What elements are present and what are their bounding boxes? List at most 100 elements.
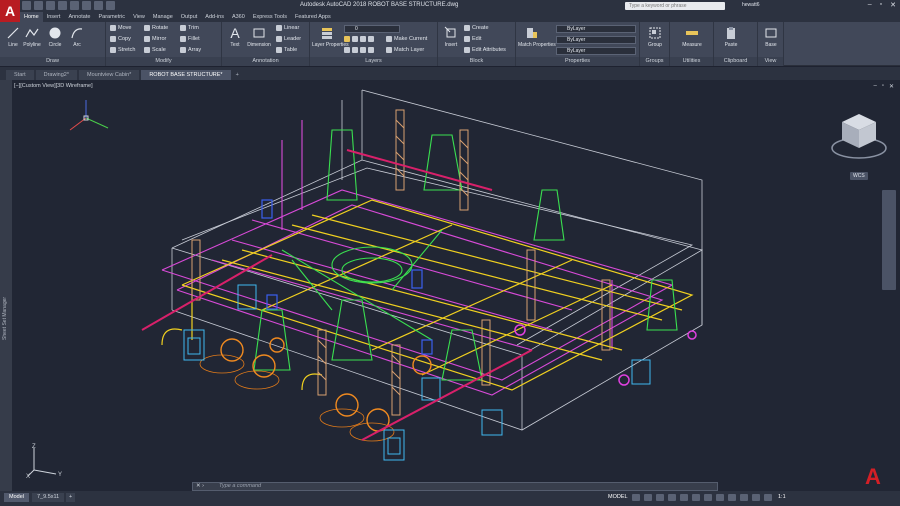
- layer-unisolate-icon[interactable]: [352, 47, 358, 53]
- tab-featured-apps[interactable]: Featured Apps: [291, 12, 335, 22]
- undo-icon[interactable]: [82, 1, 91, 10]
- paste-button[interactable]: Paste: [718, 24, 744, 48]
- file-tab-mountview-cabin[interactable]: Mountview Cabin*: [79, 70, 140, 80]
- minimize-icon[interactable]: –: [868, 1, 872, 9]
- tab-add-ins[interactable]: Add-ins: [201, 12, 228, 22]
- make-current-button[interactable]: Make Current: [386, 36, 427, 42]
- save-icon[interactable]: [46, 1, 55, 10]
- trim-button[interactable]: Trim: [180, 25, 199, 31]
- layout-tab-7-9-5x11[interactable]: 7_9.5x11: [32, 493, 65, 502]
- command-input[interactable]: Type a command: [219, 483, 261, 490]
- copy-button[interactable]: Copy: [110, 36, 131, 42]
- layer-thaw-icon[interactable]: [360, 47, 366, 53]
- command-line[interactable]: ✕ › Type a command: [192, 482, 718, 491]
- draw-panel-title[interactable]: Draw: [0, 57, 105, 66]
- dimension-button[interactable]: Dimension: [246, 24, 272, 48]
- save-as-icon[interactable]: [58, 1, 67, 10]
- tab-a360[interactable]: A360: [228, 12, 249, 22]
- measure-button[interactable]: Measure: [674, 24, 710, 48]
- add-layout-icon[interactable]: +: [66, 493, 76, 502]
- base-button[interactable]: Base: [758, 24, 784, 48]
- clipboard-panel-title[interactable]: Clipboard: [714, 57, 757, 66]
- leader-button[interactable]: Leader: [276, 36, 301, 42]
- move-button[interactable]: Move: [110, 25, 131, 31]
- tab-view[interactable]: View: [129, 12, 149, 22]
- annotation-visibility-icon[interactable]: [764, 494, 772, 501]
- 3d-osnap-icon[interactable]: [752, 494, 760, 501]
- viewport-controls-label[interactable]: [−][Custom View][3D Wireframe]: [14, 83, 93, 89]
- new-tab-icon[interactable]: +: [232, 70, 242, 80]
- properties-panel-title[interactable]: Properties: [516, 57, 639, 66]
- new-icon[interactable]: [22, 1, 31, 10]
- file-tab-drawing2[interactable]: Drawing2*: [35, 70, 77, 80]
- layer-freeze-icon[interactable]: [360, 36, 366, 42]
- sheet-set-manager-palette[interactable]: Sheet Set Manager: [0, 80, 12, 491]
- isodraft-icon[interactable]: [680, 494, 688, 501]
- insert-button[interactable]: Insert: [438, 24, 464, 48]
- array-button[interactable]: Array: [180, 47, 201, 53]
- mirror-button[interactable]: Mirror: [144, 36, 166, 42]
- transparency-icon[interactable]: [728, 494, 736, 501]
- tab-express-tools[interactable]: Express Tools: [249, 12, 291, 22]
- group-button[interactable]: Group: [642, 24, 668, 48]
- layer-isolate-icon[interactable]: [352, 36, 358, 42]
- tab-insert[interactable]: Insert: [43, 12, 65, 22]
- edit-block-button[interactable]: Edit: [464, 36, 481, 42]
- arc-button[interactable]: Arc: [64, 24, 90, 48]
- layout-tab-model[interactable]: Model: [4, 493, 29, 502]
- layer-properties-button[interactable]: Layer Properties: [312, 24, 349, 48]
- view-panel-title[interactable]: View: [758, 57, 783, 66]
- tab-output[interactable]: Output: [177, 12, 202, 22]
- layer-off-icon[interactable]: [368, 36, 374, 42]
- object-snap-tracking-icon[interactable]: [692, 494, 700, 501]
- tab-parametric[interactable]: Parametric: [94, 12, 129, 22]
- search-input[interactable]: Type a keyword or phrase: [625, 2, 725, 10]
- annotation-scale[interactable]: 1:1: [778, 494, 786, 500]
- user-account[interactable]: hewatt6: [742, 2, 760, 8]
- ortho-icon[interactable]: [656, 494, 664, 501]
- rotate-button[interactable]: Rotate: [144, 25, 168, 31]
- lineweight-dropdown[interactable]: ByLayer: [556, 47, 636, 55]
- drawing-viewport[interactable]: [−][Custom View][3D Wireframe] – ▫ ✕ WCS…: [12, 80, 900, 491]
- snap-icon[interactable]: [644, 494, 652, 501]
- object-snap-icon[interactable]: [704, 494, 712, 501]
- table-button[interactable]: Table: [276, 47, 297, 53]
- grid-icon[interactable]: [632, 494, 640, 501]
- edit-attributes-button[interactable]: Edit Attributes: [464, 47, 506, 53]
- text-button[interactable]: A Text: [222, 24, 248, 48]
- layer-dropdown[interactable]: 0: [344, 25, 400, 33]
- linear-button[interactable]: Linear: [276, 25, 299, 31]
- polar-icon[interactable]: [668, 494, 676, 501]
- viewcube[interactable]: [830, 108, 888, 168]
- viewport-close-icon[interactable]: ✕: [889, 83, 894, 90]
- wcs-menu[interactable]: WCS: [850, 172, 868, 180]
- file-tab-robot-base-structure[interactable]: ROBOT BASE STRUCTURE*: [141, 70, 231, 80]
- fillet-button[interactable]: Fillet: [180, 36, 200, 42]
- viewport-restore-icon[interactable]: ▫: [882, 83, 884, 90]
- color-dropdown[interactable]: ByLayer: [556, 25, 636, 33]
- stretch-button[interactable]: Stretch: [110, 47, 135, 53]
- lineweight-icon[interactable]: [716, 494, 724, 501]
- tab-manage[interactable]: Manage: [149, 12, 177, 22]
- redo-icon[interactable]: [94, 1, 103, 10]
- layer-state-icon[interactable]: [344, 36, 350, 42]
- plot-icon[interactable]: [70, 1, 79, 10]
- groups-panel-title[interactable]: Groups: [640, 57, 669, 66]
- layers-panel-title[interactable]: Layers: [310, 57, 437, 66]
- navigation-bar[interactable]: [882, 190, 896, 290]
- layer-walk-icon[interactable]: [344, 47, 350, 53]
- match-properties-button[interactable]: Match Properties: [518, 24, 556, 48]
- create-block-button[interactable]: Create: [464, 25, 489, 31]
- modify-panel-title[interactable]: Modify: [106, 57, 221, 66]
- utilities-panel-title[interactable]: Utilities: [670, 57, 713, 66]
- share-icon[interactable]: [106, 1, 115, 10]
- application-menu-button[interactable]: A: [0, 0, 20, 22]
- block-panel-title[interactable]: Block: [438, 57, 515, 66]
- viewport-minimize-icon[interactable]: –: [873, 83, 876, 90]
- linetype-dropdown[interactable]: ByLayer: [556, 36, 636, 44]
- file-tab-start[interactable]: Start: [6, 70, 34, 80]
- tab-home[interactable]: Home: [20, 12, 43, 22]
- command-line-close-icon[interactable]: ✕ ›: [196, 483, 204, 490]
- close-icon[interactable]: ✕: [890, 1, 896, 9]
- annotation-panel-title[interactable]: Annotation: [222, 57, 309, 66]
